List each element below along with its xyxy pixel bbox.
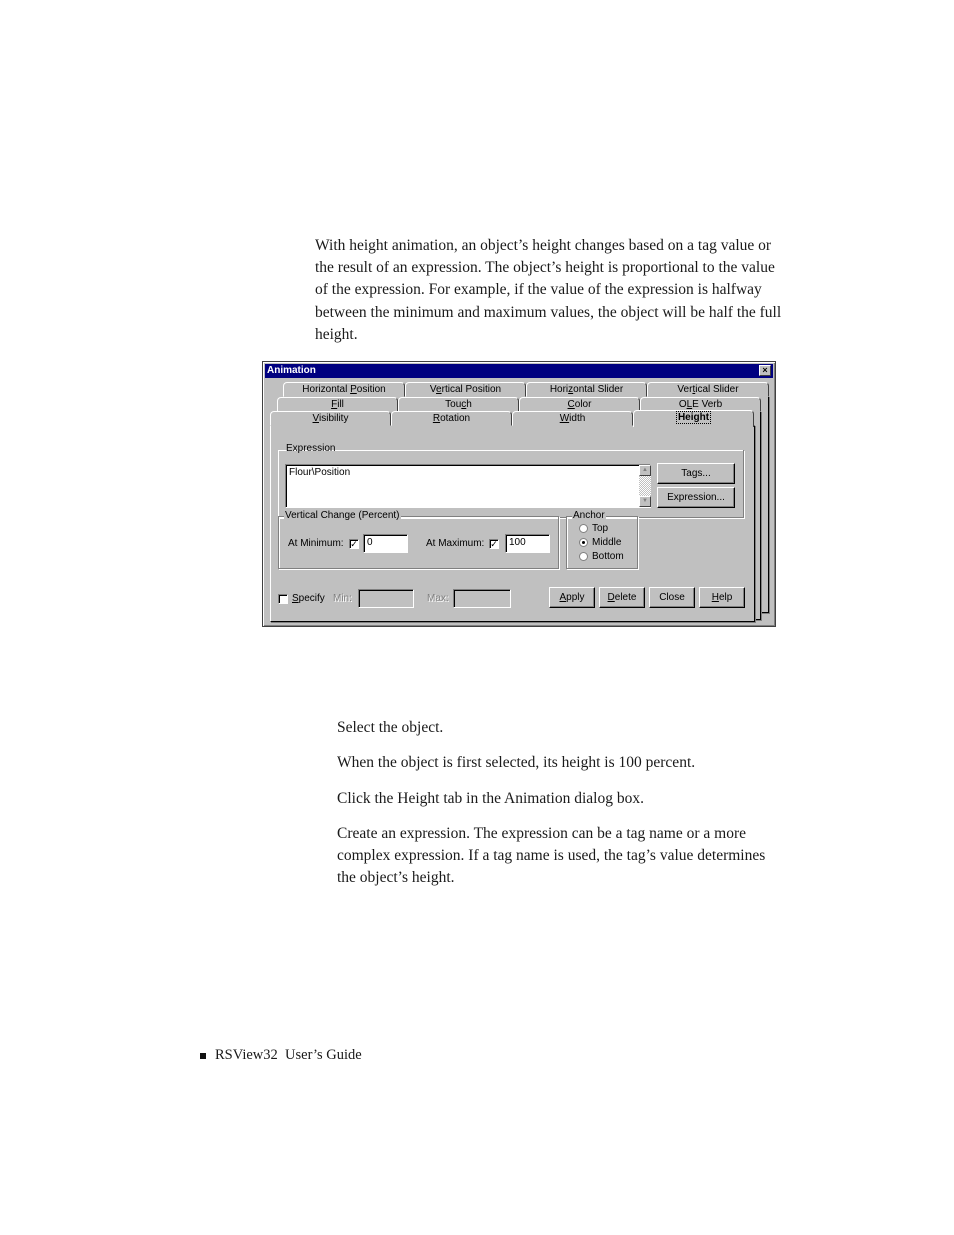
- intro-paragraph: With height animation, an object’s heigh…: [315, 237, 782, 343]
- at-minimum-input[interactable]: 0: [363, 534, 408, 553]
- max-label: Max:: [427, 593, 449, 604]
- footer-title: RSView32 User’s Guide: [215, 1047, 362, 1063]
- bullet-icon: [200, 1052, 206, 1059]
- step-1: Select the object.: [337, 719, 444, 736]
- tab-width[interactable]: Width: [512, 411, 633, 426]
- scroll-up-icon[interactable]: ▲: [639, 465, 651, 476]
- radio-bottom[interactable]: [579, 552, 588, 561]
- tab-vertical-slider[interactable]: Vertical Slider: [647, 382, 769, 397]
- help-button[interactable]: Help: [699, 587, 745, 608]
- scroll-down-icon[interactable]: ▼: [639, 496, 651, 507]
- specify-label[interactable]: Specify: [292, 593, 325, 604]
- at-maximum-checkbox[interactable]: ✓: [489, 539, 499, 549]
- tab-height[interactable]: Height: [633, 410, 754, 427]
- radio-middle[interactable]: [579, 538, 588, 547]
- tab-visibility[interactable]: Visibility: [270, 411, 391, 426]
- step-3: Create an expression. The expression can…: [337, 825, 766, 886]
- animation-dialog: Animation × Horizontal Position Vertical…: [262, 361, 776, 627]
- min-label: Min:: [333, 593, 352, 604]
- tab-fill[interactable]: Fill: [277, 397, 398, 412]
- tab-color[interactable]: Color: [519, 397, 640, 412]
- apply-button[interactable]: Apply: [549, 587, 595, 608]
- tab-horizontal-slider[interactable]: Horizontal Slider: [526, 382, 647, 397]
- tab-horizontal-position[interactable]: Horizontal Position: [283, 382, 405, 397]
- anchor-label: Anchor: [572, 510, 606, 521]
- anchor-option-top[interactable]: Top: [579, 523, 608, 534]
- page-footer: RSView32 User’s Guide: [200, 1047, 362, 1064]
- dialog-titlebar: Animation ×: [265, 364, 773, 378]
- at-maximum-input[interactable]: 100: [505, 534, 550, 553]
- vertical-change-label: Vertical Change (Percent): [284, 510, 401, 521]
- close-icon[interactable]: ×: [759, 365, 771, 376]
- radio-top[interactable]: [579, 524, 588, 533]
- anchor-option-bottom[interactable]: Bottom: [579, 551, 624, 562]
- specify-checkbox[interactable]: [278, 594, 288, 604]
- at-minimum-checkbox[interactable]: ✓: [349, 539, 359, 549]
- tab-touch[interactable]: Touch: [398, 397, 519, 412]
- min-input[interactable]: [358, 589, 414, 608]
- dialog-title: Animation: [267, 365, 316, 376]
- tags-button[interactable]: Tags...: [657, 463, 735, 484]
- at-maximum-label: At Maximum:: [426, 538, 485, 549]
- anchor-option-middle[interactable]: Middle: [579, 537, 621, 548]
- step-1-note: When the object is first selected, its h…: [337, 754, 696, 771]
- expression-input[interactable]: Flour\Position: [285, 464, 651, 508]
- delete-button[interactable]: Delete: [599, 587, 645, 608]
- max-input[interactable]: [453, 589, 511, 608]
- step-2: Click the Height tab in the Animation di…: [337, 790, 644, 807]
- tab-height-label: Height: [675, 411, 712, 424]
- tab-vertical-position[interactable]: Vertical Position: [405, 382, 526, 397]
- at-minimum-label: At Minimum:: [288, 538, 344, 549]
- expression-label: Expression: [286, 443, 336, 454]
- expression-button[interactable]: Expression...: [657, 487, 735, 508]
- close-button[interactable]: Close: [649, 587, 695, 608]
- expression-scrollbar[interactable]: ▲ ▼: [639, 465, 651, 507]
- tab-rotation[interactable]: Rotation: [391, 411, 512, 426]
